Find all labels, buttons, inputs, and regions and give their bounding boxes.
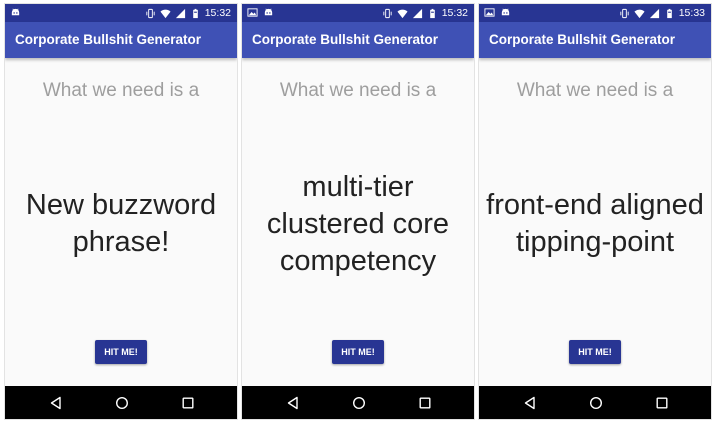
- back-icon: [287, 396, 298, 410]
- buzzword-phrase: front-end aligned tipping-point: [486, 189, 704, 258]
- recents-icon: [656, 397, 668, 409]
- recents-button[interactable]: [652, 393, 672, 413]
- status-right-icons: 15:32: [382, 6, 468, 20]
- recents-icon: [182, 397, 194, 409]
- recents-icon: [419, 397, 431, 409]
- signal-icon: [412, 8, 423, 19]
- status-right-icons: 15:32: [145, 6, 231, 20]
- hit-me-button[interactable]: HIT ME!: [332, 340, 384, 364]
- home-button[interactable]: [349, 393, 369, 413]
- nav-bar: [242, 386, 474, 419]
- buzzword-phrase: New buzzword phrase!: [25, 189, 217, 258]
- status-bar: 15:32: [5, 4, 237, 22]
- image-icon: [484, 7, 495, 18]
- hit-me-button[interactable]: HIT ME!: [95, 340, 147, 364]
- recents-button[interactable]: [415, 393, 435, 413]
- nav-bar: [479, 386, 711, 419]
- battery-icon: [664, 8, 675, 19]
- android-icon: [263, 7, 274, 18]
- back-icon: [50, 396, 61, 410]
- status-time: 15:32: [204, 7, 231, 19]
- status-bar: 15:33: [479, 4, 711, 22]
- vibrate-icon: [619, 8, 630, 19]
- app-title: Corporate Bullshit Generator: [252, 32, 439, 47]
- prompt-text: What we need is a: [279, 80, 437, 101]
- phone-screen-2: 15:32 Corporate Bullshit Generator What …: [241, 3, 475, 420]
- vibrate-icon: [382, 8, 393, 19]
- back-button[interactable]: [520, 393, 540, 413]
- wifi-icon: [634, 8, 645, 19]
- status-left-icons: [484, 7, 511, 18]
- status-left-icons: [10, 7, 21, 18]
- status-bar: 15:32: [242, 4, 474, 22]
- app-title: Corporate Bullshit Generator: [489, 32, 676, 47]
- home-icon: [115, 396, 129, 410]
- phone-screen-1: 15:32 Corporate Bullshit Generator What …: [4, 3, 238, 420]
- status-time: 15:33: [678, 7, 705, 19]
- app-bar: Corporate Bullshit Generator: [479, 22, 711, 58]
- status-right-icons: 15:33: [619, 6, 705, 20]
- signal-icon: [649, 8, 660, 19]
- battery-icon: [190, 8, 201, 19]
- prompt-text: What we need is a: [42, 80, 200, 101]
- wifi-icon: [397, 8, 408, 19]
- back-button[interactable]: [46, 393, 66, 413]
- buzzword-phrase: multi-tier clustered core competency: [266, 170, 450, 277]
- nav-bar: [5, 386, 237, 419]
- back-button[interactable]: [283, 393, 303, 413]
- app-bar: Corporate Bullshit Generator: [242, 22, 474, 58]
- battery-icon: [427, 8, 438, 19]
- app-title: Corporate Bullshit Generator: [15, 32, 202, 47]
- android-icon: [10, 7, 21, 18]
- recents-button[interactable]: [178, 393, 198, 413]
- status-time: 15:32: [441, 7, 468, 19]
- prompt-text: What we need is a: [516, 80, 674, 101]
- home-icon: [589, 396, 603, 410]
- hit-me-button[interactable]: HIT ME!: [569, 340, 621, 364]
- android-icon: [500, 7, 511, 18]
- home-button[interactable]: [112, 393, 132, 413]
- back-icon: [524, 396, 535, 410]
- signal-icon: [175, 8, 186, 19]
- wifi-icon: [160, 8, 171, 19]
- phone-screen-3: 15:33 Corporate Bullshit Generator What …: [478, 3, 712, 420]
- screenshot-strip: 15:32 Corporate Bullshit Generator What …: [0, 0, 716, 423]
- home-button[interactable]: [586, 393, 606, 413]
- home-icon: [352, 396, 366, 410]
- vibrate-icon: [145, 8, 156, 19]
- app-bar: Corporate Bullshit Generator: [5, 22, 237, 58]
- status-left-icons: [247, 7, 274, 18]
- image-icon: [247, 7, 258, 18]
